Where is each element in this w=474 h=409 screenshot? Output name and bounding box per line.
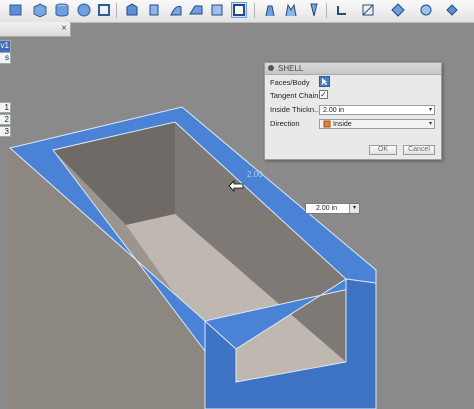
fillet-icon[interactable] (209, 2, 225, 18)
joint-icon[interactable] (262, 2, 278, 18)
shell-dialog: SHELL Faces/Body Tangent Chain ✓ Inside … (264, 62, 442, 160)
chevron-down-icon[interactable]: ▾ (429, 106, 432, 115)
dialog-titlebar[interactable]: SHELL (265, 63, 441, 75)
browser-panel-header: × (0, 22, 71, 37)
pointer-icon (322, 78, 327, 85)
direction-inside-icon (323, 120, 331, 128)
revolve-icon[interactable] (146, 2, 162, 18)
insert-icon[interactable] (390, 2, 406, 18)
tangent-chain-label: Tangent Chain (270, 91, 319, 100)
thickness-label: Inside Thickn... (270, 105, 321, 114)
sketch-icon[interactable] (8, 2, 24, 18)
faces-label: Faces/Body (270, 78, 310, 87)
as-built-joint-icon[interactable] (283, 2, 299, 18)
box-icon[interactable] (32, 2, 48, 18)
toolbar-separator (326, 3, 327, 18)
inspect-icon[interactable] (360, 2, 376, 18)
direction-label: Direction (270, 119, 300, 128)
measure-icon[interactable] (334, 2, 350, 18)
close-icon[interactable]: × (61, 23, 67, 34)
faces-select-button[interactable] (319, 76, 330, 87)
toolbar-separator (116, 3, 117, 18)
pipe-icon[interactable] (96, 2, 112, 18)
extrude-icon[interactable] (124, 2, 140, 18)
move-cursor-icon (228, 180, 244, 192)
direction-select[interactable]: Inside ▾ (319, 119, 435, 129)
dialog-icon (268, 65, 274, 71)
scale-icon[interactable] (418, 2, 434, 18)
dialog-title: SHELL (278, 64, 304, 73)
main-toolbar (0, 0, 474, 23)
chevron-down-icon[interactable]: ▾ (429, 120, 432, 129)
rigid-group-icon[interactable] (306, 2, 322, 18)
dimension-label: 2.00 (247, 170, 263, 179)
toolbar-separator (254, 3, 255, 18)
combine-icon[interactable] (444, 2, 460, 18)
loft-icon[interactable] (188, 2, 204, 18)
tangent-chain-checkbox[interactable]: ✓ (319, 90, 328, 99)
thickness-input[interactable]: 2.00 in ▾ (319, 105, 435, 115)
shell-icon[interactable] (231, 2, 247, 18)
sweep-icon[interactable] (168, 2, 184, 18)
cylinder-icon[interactable] (54, 2, 70, 18)
thickness-manipulator-input[interactable]: 2.00 in ▾ (305, 203, 360, 214)
ok-button[interactable]: OK (369, 145, 397, 155)
sphere-icon[interactable] (76, 2, 92, 18)
chevron-down-icon[interactable]: ▾ (349, 204, 359, 213)
cancel-button[interactable]: Cancel (403, 145, 435, 155)
